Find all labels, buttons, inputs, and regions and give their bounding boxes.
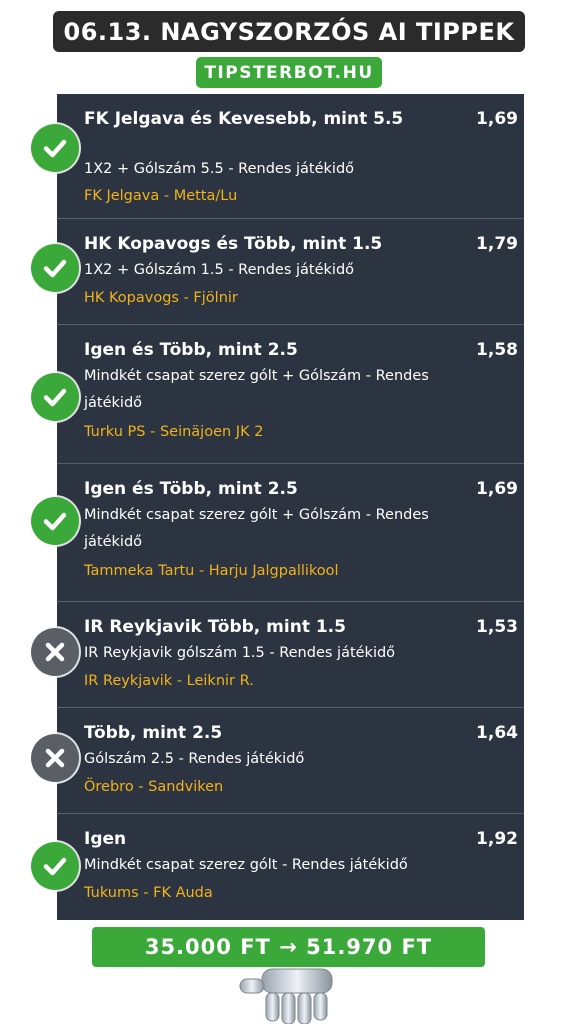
tip-odds: 1,53 — [476, 617, 518, 637]
tip-title: FK Jelgava és Kevesebb, mint 5.5 — [84, 109, 404, 129]
tip-market: Mindkét csapat szerez gólt + Gólszám - R… — [84, 507, 429, 550]
tip-title: Igen — [84, 829, 127, 849]
check-icon — [31, 842, 79, 890]
tip-title: HK Kopavogs és Több, mint 1.5 — [84, 234, 383, 254]
tip-row: FK Jelgava és Kevesebb, mint 5.5 1,69 1X… — [57, 94, 524, 219]
cross-icon — [31, 734, 79, 782]
tip-market: 1X2 + Gólszám 5.5 - Rendes játékidő — [84, 161, 355, 177]
tip-title: Igen és Több, mint 2.5 — [84, 340, 298, 360]
tips-list: FK Jelgava és Kevesebb, mint 5.5 1,69 1X… — [57, 94, 524, 920]
tip-market: Mindkét csapat szerez gólt + Gólszám - R… — [84, 368, 429, 411]
stake-result-banner: 35.000 FT → 51.970 FT — [92, 927, 485, 967]
tip-market: Gólszám 2.5 - Rendes játékidő — [84, 751, 305, 767]
tip-market: 1X2 + Gólszám 1.5 - Rendes játékidő — [84, 262, 355, 278]
tip-row: Igen és Több, mint 2.5 1,58 Mindkét csap… — [57, 325, 524, 464]
tip-market: Mindkét csapat szerez gólt - Rendes játé… — [84, 857, 408, 873]
tip-title: Több, mint 2.5 — [84, 723, 223, 743]
check-icon — [31, 244, 79, 292]
cross-icon — [31, 628, 79, 676]
tip-match: Tammeka Tartu - Harju Jalgpallikool — [84, 563, 339, 579]
tip-match: Örebro - Sandviken — [84, 779, 224, 795]
tip-match: Tukums - FK Auda — [84, 885, 213, 901]
tip-row: IR Reykjavik Több, mint 1.5 1,53 IR Reyk… — [57, 602, 524, 708]
robot-hand-image — [232, 967, 362, 1025]
tip-odds: 1,69 — [476, 479, 518, 499]
tip-odds: 1,92 — [476, 829, 518, 849]
tip-row: Igen és Több, mint 2.5 1,69 Mindkét csap… — [57, 464, 524, 602]
tip-odds: 1,64 — [476, 723, 518, 743]
tip-title: Igen és Több, mint 2.5 — [84, 479, 298, 499]
check-icon — [31, 124, 79, 172]
check-icon — [31, 497, 79, 545]
tip-odds: 1,58 — [476, 340, 518, 360]
tip-odds: 1,79 — [476, 234, 518, 254]
tip-match: FK Jelgava - Metta/Lu — [84, 188, 238, 204]
tip-match: IR Reykjavik - Leiknir R. — [84, 673, 254, 689]
tip-title: IR Reykjavik Több, mint 1.5 — [84, 617, 346, 637]
tip-row: HK Kopavogs és Több, mint 1.5 1,79 1X2 +… — [57, 219, 524, 325]
tip-market: IR Reykjavik gólszám 1.5 - Rendes játéki… — [84, 645, 396, 661]
brand-badge[interactable]: TIPSTERBOT.HU — [196, 57, 382, 88]
tip-row: Igen 1,92 Mindkét csapat szerez gólt - R… — [57, 814, 524, 920]
tip-row: Több, mint 2.5 1,64 Gólszám 2.5 - Rendes… — [57, 708, 524, 814]
check-icon — [31, 373, 79, 421]
tip-odds: 1,69 — [476, 109, 518, 129]
tip-match: Turku PS - Seinäjoen JK 2 — [84, 424, 264, 440]
tip-match: HK Kopavogs - Fjölnir — [84, 290, 238, 306]
page-title: 06.13. NAGYSZORZÓS AI TIPPEK — [53, 11, 525, 52]
